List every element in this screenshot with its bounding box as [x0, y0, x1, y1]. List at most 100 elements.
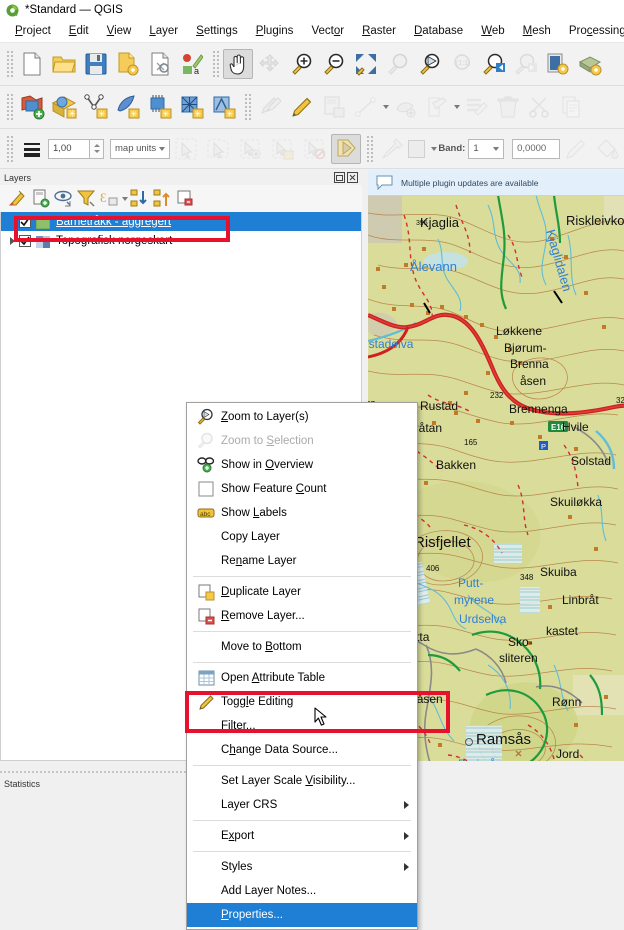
layer-tree-row-0[interactable]: Barnetråkk - aggregert [1, 212, 361, 231]
toolbar-grip-data[interactable] [5, 94, 13, 120]
expander-1[interactable] [5, 236, 19, 245]
layer-visibility-checkbox-0[interactable] [19, 215, 31, 228]
add-mesh-layer-icon[interactable]: ✳ [177, 92, 207, 122]
layer-visibility-checkbox-1[interactable] [19, 234, 31, 247]
new-3d-map-view-icon[interactable] [575, 49, 605, 79]
menu-processing[interactable]: Processing [560, 23, 624, 39]
zoom-last-icon[interactable] [479, 49, 509, 79]
close-icon[interactable] [347, 172, 358, 183]
save-project-as-icon[interactable] [113, 49, 143, 79]
layer-context-menu[interactable]: Zoom to Layer(s) Zoom to Selection Show … [186, 402, 418, 930]
qgis-main-window: *Standard — QGIS Project Edit View Layer… [0, 0, 624, 930]
style-manager-icon[interactable]: a [177, 49, 207, 79]
svg-text:Riskleivkol: Riskleivkol [566, 213, 624, 228]
collapse-all-icon[interactable] [151, 187, 174, 210]
line-width-input[interactable]: 1,00 [48, 138, 90, 159]
pan-map-icon[interactable] [223, 49, 253, 79]
menu-item-copy-layer[interactable]: Copy Layer [187, 525, 417, 549]
menu-raster[interactable]: Raster [353, 23, 405, 39]
chevron-down-icon-band[interactable] [493, 146, 500, 151]
new-print-layout-icon[interactable] [145, 49, 175, 79]
chevron-down-icon-2[interactable] [454, 105, 460, 109]
qgis-logo-icon [6, 4, 19, 17]
add-delimited-text-layer-icon[interactable]: ✳ [81, 92, 111, 122]
stepper-up-icon[interactable] [93, 144, 100, 147]
menu-item-toggle-editing[interactable]: Toggle Editing [187, 690, 417, 714]
menu-item-filter[interactable]: Filter... [187, 714, 417, 738]
chevron-down-icon-color[interactable] [431, 146, 438, 151]
menu-layer[interactable]: Layer [140, 23, 187, 39]
zoom-in-icon[interactable] [287, 49, 317, 79]
chevron-down-icon-units[interactable] [158, 146, 165, 151]
filter-legend-icon[interactable] [75, 187, 98, 210]
menu-database[interactable]: Database [405, 23, 472, 39]
menu-item-change-data-source[interactable]: Change Data Source... [187, 738, 417, 762]
toolbar-grip-raster[interactable] [364, 135, 373, 162]
add-raster-layer-icon[interactable]: ✳ [49, 92, 79, 122]
menu-project[interactable]: Project [6, 23, 60, 39]
toolbar-grip-digitize[interactable] [243, 94, 251, 120]
toggle-editing-icon[interactable] [287, 92, 317, 122]
layer-tree-row-1[interactable]: Topografisk norgeskart [1, 231, 361, 250]
expand-all-icon[interactable] [128, 187, 151, 210]
zoom-to-selection-icon [195, 432, 217, 450]
menu-item-open-attribute-table[interactable]: Open Attribute Table [187, 666, 417, 690]
menu-edit[interactable]: Edit [60, 23, 98, 39]
filter-legend-expression-icon[interactable]: Ɛ [98, 187, 121, 210]
add-postgis-layer-icon[interactable]: ✳ [145, 92, 175, 122]
open-project-icon[interactable] [49, 49, 79, 79]
undock-icon[interactable] [334, 172, 345, 183]
identify-features-icon[interactable] [330, 133, 361, 164]
zoom-to-layer-icon[interactable] [415, 49, 445, 79]
save-project-icon[interactable] [81, 49, 111, 79]
zoom-full-icon[interactable] [351, 49, 381, 79]
remove-layer-group-icon[interactable] [174, 187, 197, 210]
menu-item-properties[interactable]: Properties... [187, 903, 417, 927]
manage-map-themes-icon[interactable] [52, 187, 75, 210]
menu-item-styles[interactable]: Styles [187, 855, 417, 879]
band-combo[interactable]: 1 [468, 138, 505, 159]
value-input[interactable]: 0,0000 [512, 138, 560, 159]
menu-plugins[interactable]: Plugins [247, 23, 303, 39]
toolbar-grip-nav[interactable] [211, 51, 219, 77]
menu-item-remove-layer[interactable]: Remove Layer... [187, 604, 417, 628]
window-title: *Standard — QGIS [25, 4, 123, 16]
menu-item-move-to-bottom[interactable]: Move to Bottom [187, 635, 417, 659]
zoom-out-icon[interactable] [319, 49, 349, 79]
stepper-down-icon[interactable] [93, 150, 100, 153]
toolbar-grip[interactable] [5, 51, 13, 77]
menu-item-export[interactable]: Export [187, 824, 417, 848]
open-layer-styling-panel-icon[interactable] [6, 187, 29, 210]
select-freehand-icon [203, 134, 233, 164]
toolbar-grip-attr[interactable] [5, 135, 13, 162]
add-feature-icon [351, 92, 381, 122]
units-combo[interactable]: map units [110, 138, 170, 159]
menu-item-set-layer-scale-visibility[interactable]: Set Layer Scale Visibility... [187, 769, 417, 793]
menu-item-show-in-overview[interactable]: Show in Overview [187, 453, 417, 477]
svg-text:✳: ✳ [68, 109, 76, 120]
add-wms-layer-icon[interactable]: ✳ [209, 92, 239, 122]
line-width-stepper[interactable] [90, 138, 104, 159]
menu-item-rename-layer[interactable]: Rename Layer [187, 549, 417, 573]
add-group-icon[interactable] [29, 187, 52, 210]
add-vector-layer-icon[interactable] [17, 92, 47, 122]
chevron-down-icon[interactable] [383, 105, 389, 109]
menu-item-layer-crs[interactable]: Layer CRS [187, 793, 417, 817]
new-map-view-icon[interactable] [543, 49, 573, 79]
menu-item-show-feature-count[interactable]: Show Feature Count [187, 477, 417, 501]
menu-item-zoom-to-layers[interactable]: Zoom to Layer(s) [187, 405, 417, 429]
message-bar[interactable]: Multiple plugin updates are available [368, 170, 624, 196]
color-swatch[interactable] [407, 139, 426, 158]
menu-mesh[interactable]: Mesh [514, 23, 560, 39]
menu-view[interactable]: View [98, 23, 141, 39]
menu-settings[interactable]: Settings [187, 23, 247, 39]
menu-web[interactable]: Web [472, 23, 513, 39]
menu-item-duplicate-layer[interactable]: Duplicate Layer [187, 580, 417, 604]
menu-vector[interactable]: Vector [302, 23, 353, 39]
add-spatialite-layer-icon[interactable]: ✳ [113, 92, 143, 122]
menu-item-show-labels[interactable]: abc Show Labels [187, 501, 417, 525]
svg-text:Solstad: Solstad [571, 454, 611, 468]
zoom-native-icon: (1:1) [447, 49, 477, 79]
new-project-icon[interactable] [17, 49, 47, 79]
menu-item-add-layer-notes[interactable]: Add Layer Notes... [187, 879, 417, 903]
